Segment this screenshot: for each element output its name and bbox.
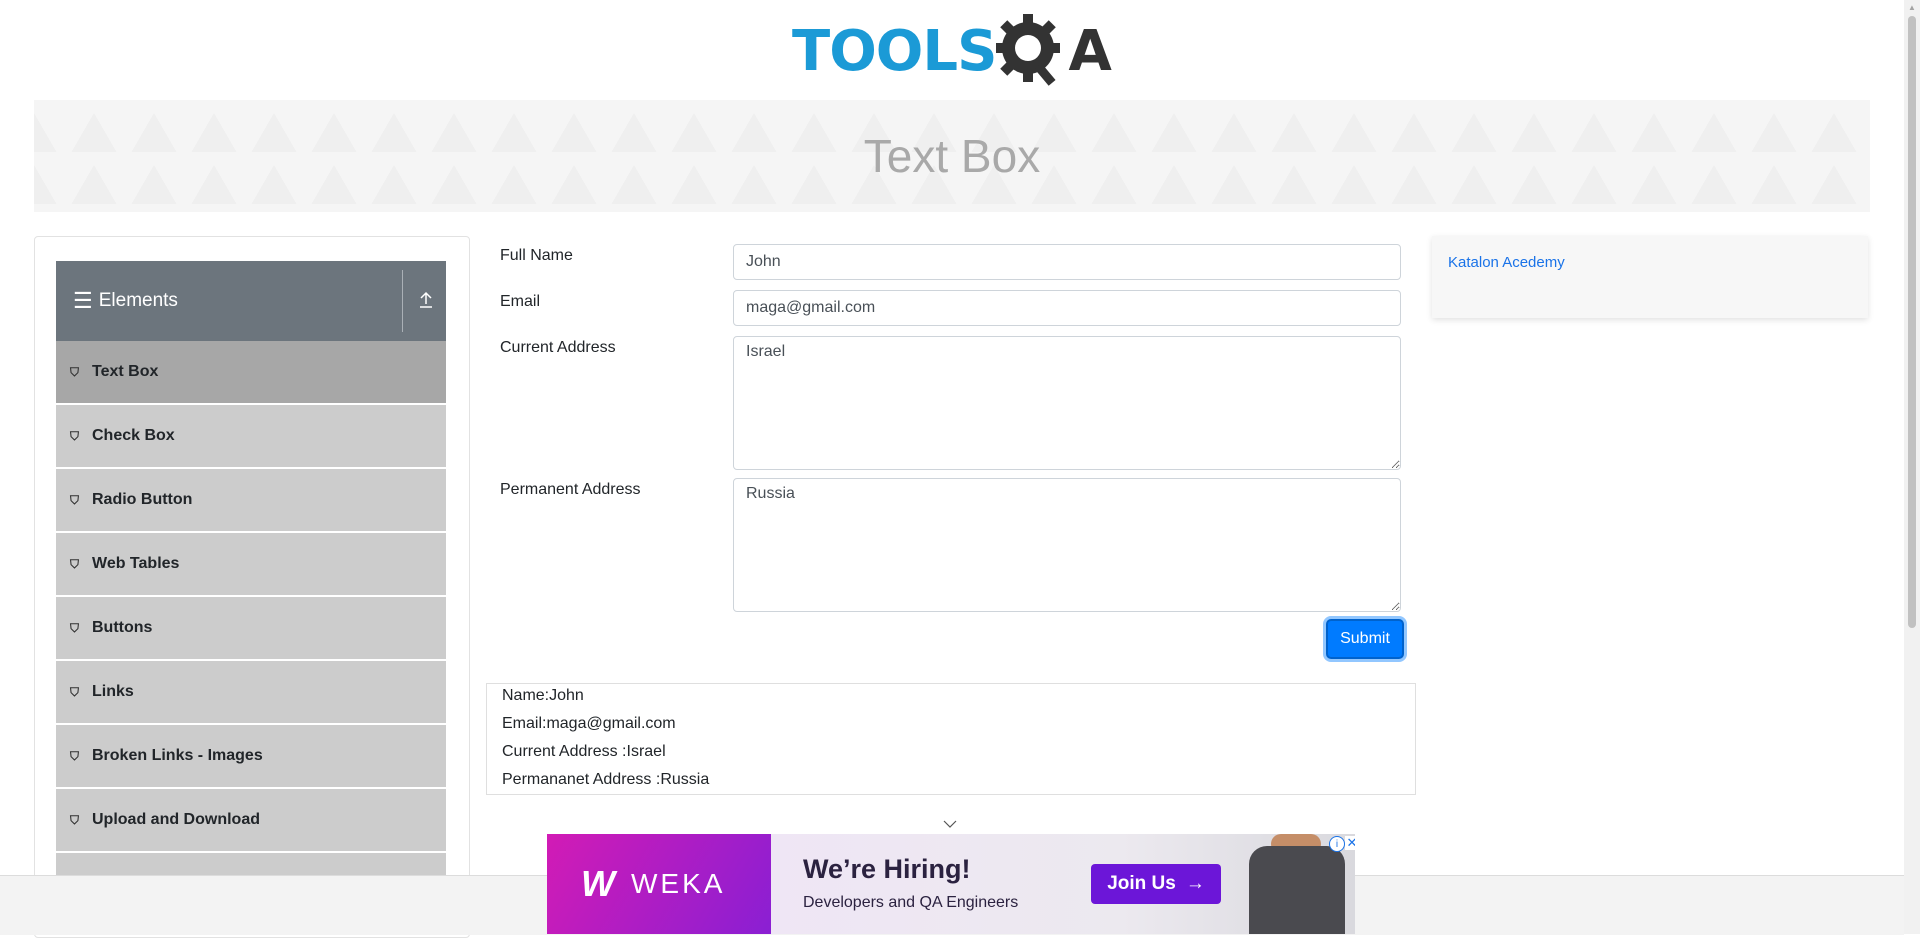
full-name-label: Full Name bbox=[500, 247, 573, 264]
ad-subline: Developers and QA Engineers bbox=[803, 894, 1019, 911]
html5-icon: ⛉ bbox=[70, 428, 80, 443]
sidebar-item-label: Web Tables bbox=[92, 555, 180, 572]
html5-icon: ⛉ bbox=[70, 812, 80, 827]
weka-ad-banner[interactable]: W WEKA We’re Hiring! Developers and QA E… bbox=[547, 834, 1355, 934]
ad-choices-icon[interactable]: i bbox=[1329, 836, 1345, 852]
html5-icon: ⛉ bbox=[70, 364, 80, 379]
submit-button[interactable]: Submit bbox=[1326, 619, 1404, 659]
sidebar-item-label: Upload and Download bbox=[92, 811, 260, 828]
arrow-right-icon: → bbox=[1185, 873, 1205, 894]
output-permanent-address: Permananet Address :Russia bbox=[502, 771, 710, 788]
permanent-address-label: Permanent Address bbox=[500, 481, 641, 498]
page-banner: Text Box bbox=[34, 100, 1870, 212]
sidebar-item-radio-button[interactable]: ⛉ Radio Button bbox=[56, 469, 446, 533]
page-title: Text Box bbox=[863, 130, 1041, 182]
current-address-label: Current Address bbox=[500, 339, 616, 356]
sidebar-group-elements[interactable]: ☰ Elements bbox=[56, 261, 446, 341]
output-email: Email:maga@gmail.com bbox=[502, 715, 676, 732]
html5-icon: ⛉ bbox=[70, 748, 80, 763]
sidebar-item-label: Broken Links - Images bbox=[92, 747, 263, 764]
gear-magnifier-icon bbox=[996, 14, 1061, 86]
sidebar-item-check-box[interactable]: ⛉ Check Box bbox=[56, 405, 446, 469]
html5-icon: ⛉ bbox=[70, 684, 80, 699]
collapse-up-icon[interactable] bbox=[418, 289, 434, 309]
full-name-input[interactable] bbox=[733, 244, 1401, 280]
sidebar-item-buttons[interactable]: ⛉ Buttons bbox=[56, 597, 446, 661]
logo-tools-text: TOOLS bbox=[792, 19, 997, 84]
sidebar-item-label: Text Box bbox=[92, 363, 159, 380]
ad-body: We’re Hiring! Developers and QA Engineer… bbox=[771, 834, 1355, 934]
permanent-address-textarea[interactable]: Russia bbox=[733, 478, 1401, 612]
sidebar-item-broken-links-images[interactable]: ⛉ Broken Links - Images bbox=[56, 725, 446, 789]
sidebar-item-web-tables[interactable]: ⛉ Web Tables bbox=[56, 533, 446, 597]
toolsqa-logo[interactable]: TOOLS A bbox=[792, 14, 1114, 90]
output-panel: Name:John Email:maga@gmail.com Current A… bbox=[486, 683, 1416, 795]
ad-backpack-image bbox=[1249, 846, 1345, 934]
sidebar-group-label: Elements bbox=[98, 290, 178, 311]
hamburger-icon: ☰ bbox=[73, 288, 93, 313]
sidebar-item-label: Buttons bbox=[92, 619, 153, 636]
ad-headline: We’re Hiring! bbox=[803, 854, 971, 884]
weka-brand: W WEKA bbox=[547, 834, 771, 934]
email-input[interactable] bbox=[733, 290, 1401, 326]
output-name: Name:John bbox=[502, 687, 584, 704]
sidebar-item-upload-and-download[interactable]: ⛉ Upload and Download bbox=[56, 789, 446, 853]
scrollbar-thumb[interactable] bbox=[1908, 16, 1916, 628]
sidebar-item-label: Radio Button bbox=[92, 491, 193, 508]
close-icon[interactable]: ✕ bbox=[1345, 835, 1355, 850]
header-divider bbox=[402, 270, 403, 332]
page-scrollbar[interactable]: ▲ bbox=[1904, 0, 1920, 934]
output-current-address: Current Address :Israel bbox=[502, 743, 666, 760]
weka-brand-name: WEKA bbox=[630, 868, 726, 899]
chevron-down-icon[interactable] bbox=[942, 818, 958, 830]
sidebar-item-text-box[interactable]: ⛉ Text Box bbox=[56, 341, 446, 405]
current-address-textarea[interactable]: Israel bbox=[733, 336, 1401, 470]
katalon-ad[interactable]: Katalon Acedemy bbox=[1432, 236, 1868, 318]
join-us-button[interactable]: Join Us → bbox=[1091, 864, 1221, 904]
sidebar-item-links[interactable]: ⛉ Links bbox=[56, 661, 446, 725]
email-label: Email bbox=[500, 293, 541, 310]
katalon-broken-image[interactable]: Katalon Acedemy bbox=[1448, 254, 1565, 271]
weka-logo-icon: W bbox=[581, 863, 615, 904]
sidebar-item-label: Links bbox=[92, 683, 134, 700]
join-us-label: Join Us bbox=[1107, 873, 1176, 894]
sidebar-item-label: Check Box bbox=[92, 427, 175, 444]
scroll-up-icon[interactable]: ▲ bbox=[1908, 3, 1916, 12]
html5-icon: ⛉ bbox=[70, 556, 80, 571]
logo-qa-text: A bbox=[1068, 19, 1111, 84]
html5-icon: ⛉ bbox=[70, 492, 80, 507]
html5-icon: ⛉ bbox=[70, 620, 80, 635]
